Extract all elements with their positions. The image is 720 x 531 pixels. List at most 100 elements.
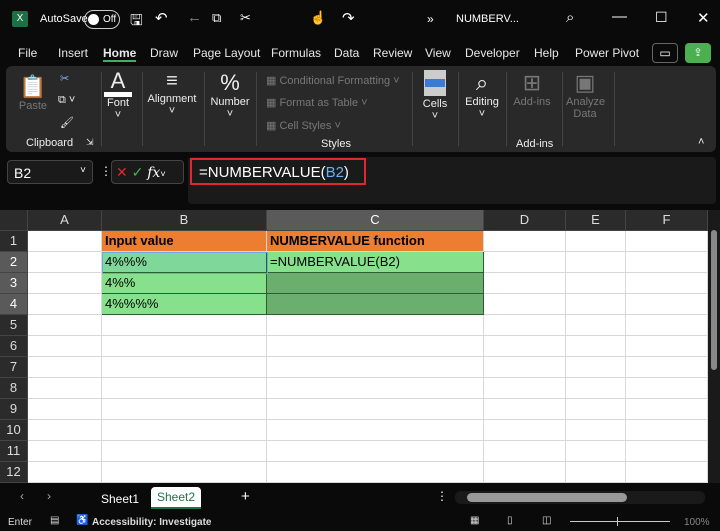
tab-formulas[interactable]: Formulas (271, 46, 321, 60)
tab-review[interactable]: Review (373, 46, 412, 60)
cell-D1[interactable] (484, 231, 566, 252)
row-header-9[interactable]: 9 (0, 399, 28, 420)
cell-C6[interactable] (267, 336, 484, 357)
maximize-icon[interactable]: ☐ (655, 9, 668, 26)
row-header-10[interactable]: 10 (0, 420, 28, 441)
row-header-5[interactable]: 5 (0, 315, 28, 336)
cell-A10[interactable] (28, 420, 102, 441)
cell-D12[interactable] (484, 462, 566, 483)
format-painter-icon[interactable]: 🖌 (60, 116, 74, 129)
cell-C7[interactable] (267, 357, 484, 378)
cell-F1[interactable] (626, 231, 708, 252)
select-all-button[interactable] (0, 210, 28, 231)
cut-icon[interactable]: ✂ (240, 10, 251, 26)
cell-E3[interactable] (566, 273, 626, 294)
vertical-scrollbar[interactable] (708, 210, 720, 483)
analyze-data-button[interactable]: ▣ Analyze Data (566, 70, 605, 120)
cell-F7[interactable] (626, 357, 708, 378)
file-name[interactable]: NUMBERV... (456, 13, 519, 25)
cell-C5[interactable] (267, 315, 484, 336)
format-as-table-button[interactable]: ▦ Format as Table ˅ (266, 96, 368, 109)
tab-data[interactable]: Data (334, 46, 359, 60)
back-icon[interactable]: ← (187, 9, 202, 26)
cell-A12[interactable] (28, 462, 102, 483)
font-button[interactable]: A Font ˅ (104, 70, 132, 121)
cell-D2[interactable] (484, 252, 566, 273)
touch-icon[interactable]: ☝ (310, 10, 326, 26)
cell-E8[interactable] (566, 378, 626, 399)
cell-F6[interactable] (626, 336, 708, 357)
cell-F4[interactable] (626, 294, 708, 315)
cut-icon[interactable]: ✂ (60, 72, 69, 85)
cancel-icon[interactable]: ✕ (116, 164, 128, 180)
prev-sheet-icon[interactable]: ‹ (20, 489, 24, 503)
autosave-toggle[interactable]: Off (84, 10, 120, 29)
paste-button[interactable]: 📋 Paste (18, 74, 48, 112)
cell-E12[interactable] (566, 462, 626, 483)
cell-B1[interactable]: Input value (102, 231, 267, 252)
minimize-icon[interactable]: — (612, 8, 627, 25)
cell-D11[interactable] (484, 441, 566, 462)
cell-B7[interactable] (102, 357, 267, 378)
cell-B3[interactable]: 4%% (102, 273, 267, 294)
cell-A1[interactable] (28, 231, 102, 252)
cell-A5[interactable] (28, 315, 102, 336)
cell-B9[interactable] (102, 399, 267, 420)
save-icon[interactable]: 🖫 (130, 10, 143, 35)
alignment-button[interactable]: ≡ Alignment ˅ (146, 70, 198, 117)
add-sheet-icon[interactable]: + (241, 488, 250, 505)
cell-F5[interactable] (626, 315, 708, 336)
column-header-E[interactable]: E (566, 210, 626, 231)
cell-A6[interactable] (28, 336, 102, 357)
cell-F11[interactable] (626, 441, 708, 462)
horizontal-scrollbar[interactable] (455, 491, 705, 504)
cell-C3[interactable] (267, 273, 484, 294)
cell-B11[interactable] (102, 441, 267, 462)
cell-E9[interactable] (566, 399, 626, 420)
accessibility-status[interactable]: Accessibility: Investigate (92, 517, 212, 528)
comments-button[interactable]: ▭ (652, 43, 678, 63)
cell-C11[interactable] (267, 441, 484, 462)
tab-draw[interactable]: Draw (150, 46, 178, 60)
cell-E2[interactable] (566, 252, 626, 273)
close-icon[interactable]: ✕ (697, 9, 710, 27)
macro-icon[interactable]: ▤ (50, 515, 59, 526)
cell-B12[interactable] (102, 462, 267, 483)
enter-icon[interactable]: ✓ (132, 164, 144, 180)
cell-E1[interactable] (566, 231, 626, 252)
column-header-C[interactable]: C (267, 210, 484, 231)
cell-D3[interactable] (484, 273, 566, 294)
cell-C8[interactable] (267, 378, 484, 399)
zoom-slider[interactable] (570, 517, 670, 526)
tab-page-layout[interactable]: Page Layout (193, 46, 260, 60)
cell-E6[interactable] (566, 336, 626, 357)
name-box[interactable]: B2 ˅ (7, 160, 93, 184)
sheet-tab-sheet2[interactable]: Sheet2 (151, 487, 202, 509)
normal-view-icon[interactable]: ▦ (470, 515, 479, 526)
row-header-7[interactable]: 7 (0, 357, 28, 378)
page-break-view-icon[interactable]: ◫ (542, 515, 551, 526)
cell-D5[interactable] (484, 315, 566, 336)
cell-F2[interactable] (626, 252, 708, 273)
number-button[interactable]: % Number ˅ (208, 70, 252, 120)
copy-icon[interactable]: ⧉ ˅ (58, 94, 75, 107)
redo-icon[interactable]: ↷ (342, 9, 355, 27)
cell-D10[interactable] (484, 420, 566, 441)
row-header-12[interactable]: 12 (0, 462, 28, 483)
cells-button[interactable]: Cells ˅ (418, 70, 452, 122)
cell-A11[interactable] (28, 441, 102, 462)
tab-insert[interactable]: Insert (58, 46, 88, 60)
cell-B10[interactable] (102, 420, 267, 441)
cell-E4[interactable] (566, 294, 626, 315)
tab-file[interactable]: File (18, 46, 37, 60)
dialog-launcher-icon[interactable]: ⇲ (86, 137, 94, 148)
cell-E5[interactable] (566, 315, 626, 336)
insert-function-icon[interactable]: fx (147, 165, 160, 181)
cell-A7[interactable] (28, 357, 102, 378)
more-commands[interactable]: » (427, 12, 434, 26)
page-layout-view-icon[interactable]: ▯ (507, 515, 513, 526)
column-header-A[interactable]: A (28, 210, 102, 231)
spreadsheet-grid[interactable]: A B C D E F 1 Input value NUMBERVALUE function 2 4… (0, 210, 708, 483)
cell-E11[interactable] (566, 441, 626, 462)
cell-C4[interactable] (267, 294, 484, 315)
